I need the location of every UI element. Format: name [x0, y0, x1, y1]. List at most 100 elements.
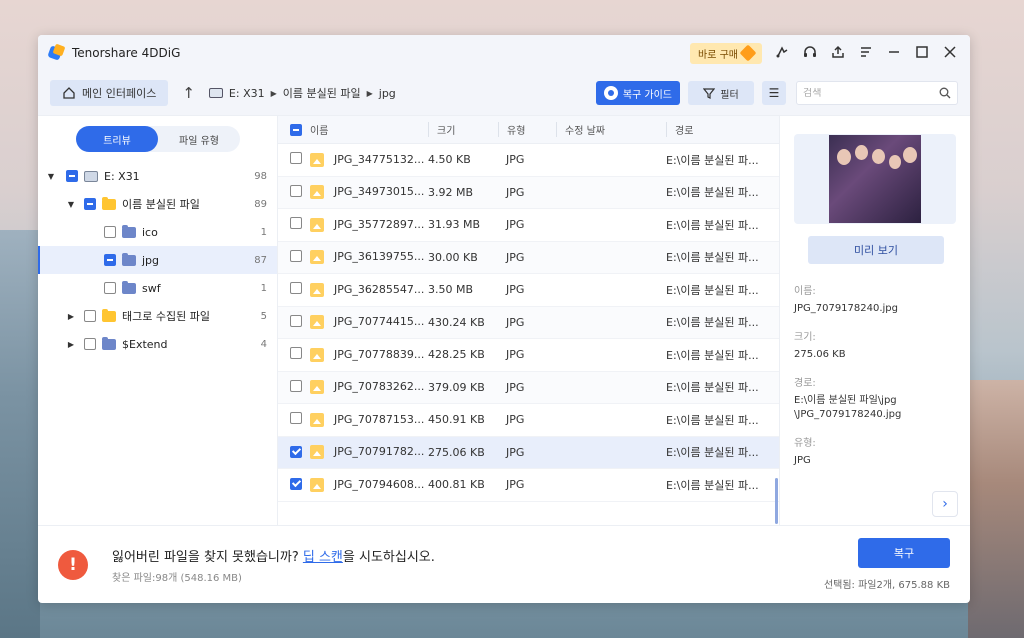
tree-label: E: X31 [104, 169, 140, 183]
main-area: 트리뷰 파일 유형 ▼ E: X31 98 ▼ 이름 분실된 파일 89 ico… [38, 115, 970, 525]
breadcrumb-folder[interactable]: 이름 분실된 파일 [283, 85, 361, 101]
row-checkbox[interactable] [290, 184, 302, 197]
minimize-icon[interactable] [886, 45, 902, 61]
feedback-icon[interactable] [774, 45, 790, 61]
breadcrumb-drive[interactable]: E: X31 [229, 87, 265, 100]
selected-summary: 선택됨: 파일2개, 675.88 KB [823, 580, 950, 591]
file-type: JPG [506, 283, 525, 297]
menu-icon[interactable] [858, 45, 874, 61]
tab-tree-view[interactable]: 트리뷰 [76, 126, 158, 152]
checkbox[interactable] [84, 310, 96, 322]
file-type: JPG [506, 478, 525, 492]
header-date[interactable]: 수정 날짜 [556, 122, 666, 137]
folder-icon [122, 280, 136, 294]
search-input[interactable] [803, 87, 939, 99]
tree-item-extend[interactable]: ▶ $Extend 4 [38, 330, 277, 358]
search-icon[interactable] [939, 87, 951, 99]
expand-arrow-icon[interactable]: ▼ [66, 200, 76, 209]
header-name[interactable]: 이름 [306, 122, 428, 137]
expand-arrow-icon[interactable]: ▶ [66, 312, 76, 321]
file-size: 30.00 KB [428, 250, 478, 264]
file-name: JPG_70778839... [334, 347, 425, 361]
file-path: E:\이름 분실된 파... [666, 283, 759, 297]
folder-icon [102, 196, 116, 210]
header-size[interactable]: 크기 [428, 122, 498, 137]
checkbox[interactable] [104, 254, 116, 266]
tree-count: 87 [254, 254, 267, 266]
toolbar: 메인 인터페이스 ↑ E: X31 ▶ 이름 분실된 파일 ▶ jpg 복구 가… [38, 71, 970, 115]
row-checkbox[interactable] [290, 217, 302, 230]
home-button[interactable]: 메인 인터페이스 [50, 80, 169, 106]
table-row[interactable]: JPG_36139755... 30.00 KB JPG E:\이름 분실된 파… [278, 241, 779, 274]
scrollbar[interactable] [775, 478, 778, 524]
tab-file-type[interactable]: 파일 유형 [158, 126, 240, 152]
list-view-icon[interactable]: ☰ [762, 81, 786, 105]
header-type[interactable]: 유형 [498, 122, 556, 137]
file-path: E:\이름 분실된 파... [666, 218, 759, 232]
preview-panel: 미리 보기 이름: JPG_7079178240.jpg 크기: 275.06 … [780, 116, 970, 525]
tree-item-swf[interactable]: swf 1 [38, 274, 277, 302]
checkbox[interactable] [84, 198, 96, 210]
row-checkbox[interactable] [290, 478, 302, 491]
home-label: 메인 인터페이스 [82, 87, 157, 100]
headset-icon[interactable] [802, 45, 818, 61]
table-row[interactable]: JPG_70787153... 450.91 KB JPG E:\이름 분실된 … [278, 404, 779, 437]
table-row[interactable]: JPG_70783262... 379.09 KB JPG E:\이름 분실된 … [278, 371, 779, 404]
checkbox[interactable] [104, 226, 116, 238]
table-row[interactable]: JPG_34973015... 3.92 MB JPG E:\이름 분실된 파.… [278, 176, 779, 209]
file-path: E:\이름 분실된 파... [666, 316, 759, 330]
close-icon[interactable] [942, 45, 958, 61]
table-row[interactable]: JPG_70778839... 428.25 KB JPG E:\이름 분실된 … [278, 339, 779, 372]
deep-scan-message: 잃어버린 파일을 찾지 못했습니까? 딥 스캔을 시도하십시오. [112, 546, 435, 565]
filter-button[interactable]: 필터 [688, 81, 754, 105]
row-checkbox[interactable] [290, 412, 302, 425]
file-name: JPG_35772897... [334, 217, 425, 231]
table-row[interactable]: JPG_34775132... 4.50 KB JPG E:\이름 분실된 파.… [278, 144, 779, 177]
file-list-panel: 이름 크기 유형 수정 날짜 경로 JPG_34775132... 4.50 K… [278, 116, 780, 525]
expand-arrow-icon[interactable]: ▼ [46, 172, 56, 181]
file-path: E:\이름 분실된 파... [666, 478, 759, 492]
share-icon[interactable] [830, 45, 846, 61]
chevron-right-icon[interactable]: › [932, 491, 958, 517]
filter-icon [703, 88, 716, 99]
deep-scan-link[interactable]: 딥 스캔 [303, 550, 343, 565]
tree-count: 1 [260, 282, 267, 294]
table-row[interactable]: JPG_36285547... 3.50 MB JPG E:\이름 분실된 파.… [278, 274, 779, 307]
detail-path-value: E:\이름 분실된 파일\jpg \JPG_7079178240.jpg [794, 394, 970, 422]
table-row[interactable]: JPG_70774415... 430.24 KB JPG E:\이름 분실된 … [278, 306, 779, 339]
row-checkbox[interactable] [290, 314, 302, 327]
tree-item-jpg[interactable]: jpg 87 [38, 246, 277, 274]
breadcrumb-subfolder[interactable]: jpg [379, 87, 396, 100]
maximize-icon[interactable] [914, 45, 930, 61]
checkbox[interactable] [84, 338, 96, 350]
tree-item-tagged-files[interactable]: ▶ 태그로 수집된 파일 5 [38, 302, 277, 330]
file-path: E:\이름 분실된 파... [666, 186, 759, 200]
row-checkbox[interactable] [290, 249, 302, 262]
preview-button[interactable]: 미리 보기 [808, 236, 944, 264]
up-arrow-icon[interactable]: ↑ [182, 84, 195, 102]
checkbox[interactable] [66, 170, 78, 182]
row-checkbox[interactable] [290, 445, 302, 458]
table-row[interactable]: JPG_35772897... 31.93 MB JPG E:\이름 분실된 파… [278, 209, 779, 242]
tree-item-ico[interactable]: ico 1 [38, 218, 277, 246]
file-name: JPG_70794608... [334, 477, 425, 491]
row-checkbox[interactable] [290, 347, 302, 360]
checkbox[interactable] [104, 282, 116, 294]
recovery-guide-button[interactable]: 복구 가이드 [595, 81, 680, 105]
tree-item-drive[interactable]: ▼ E: X31 98 [38, 162, 277, 190]
table-row[interactable]: JPG_70791782... 275.06 KB JPG E:\이름 분실된 … [278, 436, 779, 469]
select-all-checkbox[interactable] [290, 124, 302, 136]
image-file-icon [310, 217, 324, 232]
expand-arrow-icon[interactable]: ▶ [66, 340, 76, 349]
tree-item-lost-files[interactable]: ▼ 이름 분실된 파일 89 [38, 190, 277, 218]
tree-count: 1 [260, 226, 267, 238]
row-checkbox[interactable] [290, 379, 302, 392]
file-details: 이름: JPG_7079178240.jpg 크기: 275.06 KB 경로:… [794, 282, 970, 468]
header-path[interactable]: 경로 [666, 122, 770, 137]
row-checkbox[interactable] [290, 282, 302, 295]
row-checkbox[interactable] [290, 152, 302, 165]
recover-button[interactable]: 복구 [858, 538, 950, 568]
table-row[interactable]: JPG_70794608... 400.81 KB JPG E:\이름 분실된 … [278, 469, 779, 502]
buy-button[interactable]: 바로 구매 [690, 42, 762, 64]
file-type: JPG [506, 413, 525, 427]
